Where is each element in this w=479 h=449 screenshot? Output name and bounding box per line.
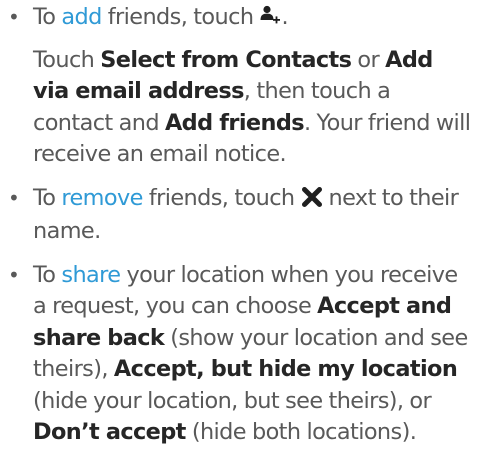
item-text: friends, touch <box>142 184 301 211</box>
keyword-remove: remove <box>61 184 143 211</box>
item-suffix: . <box>281 4 288 30</box>
dont-accept-label: Don’t accept <box>33 419 186 445</box>
bullet: • <box>8 262 20 287</box>
item-prefix: To <box>33 184 62 211</box>
list-item-remove-friends: • To remove friends, touch next to their… <box>8 183 473 248</box>
detail-text: or <box>351 46 386 73</box>
list-item-share-location: • To share your location when you receiv… <box>8 260 473 449</box>
item-prefix: To <box>33 261 62 288</box>
add-friends-label: Add friends <box>164 109 305 136</box>
add-friend-icon <box>259 4 281 36</box>
item-text: (hide your location, but see theirs), or <box>33 387 432 414</box>
keyword-share: share <box>61 261 121 288</box>
detail-text: Touch <box>33 46 101 73</box>
item-text: (hide both locations). <box>185 419 417 445</box>
keyword-add: add <box>61 4 102 30</box>
select-from-contacts-label: Select from Contacts <box>100 46 352 73</box>
bullet: • <box>8 5 20 29</box>
bullet: • <box>8 185 20 210</box>
item-text: friends, touch <box>101 4 260 30</box>
item-prefix: To <box>33 4 62 30</box>
instructions-list: • To add friends, touch . Touch Select f… <box>8 2 473 449</box>
add-friends-detail: Touch Select from Contacts or Add via em… <box>33 45 473 171</box>
list-item-add-friends: • To add friends, touch . Touch Select f… <box>8 2 473 171</box>
accept-hide-location-label: Accept, but hide my location <box>113 356 458 382</box>
remove-x-icon <box>301 185 323 217</box>
